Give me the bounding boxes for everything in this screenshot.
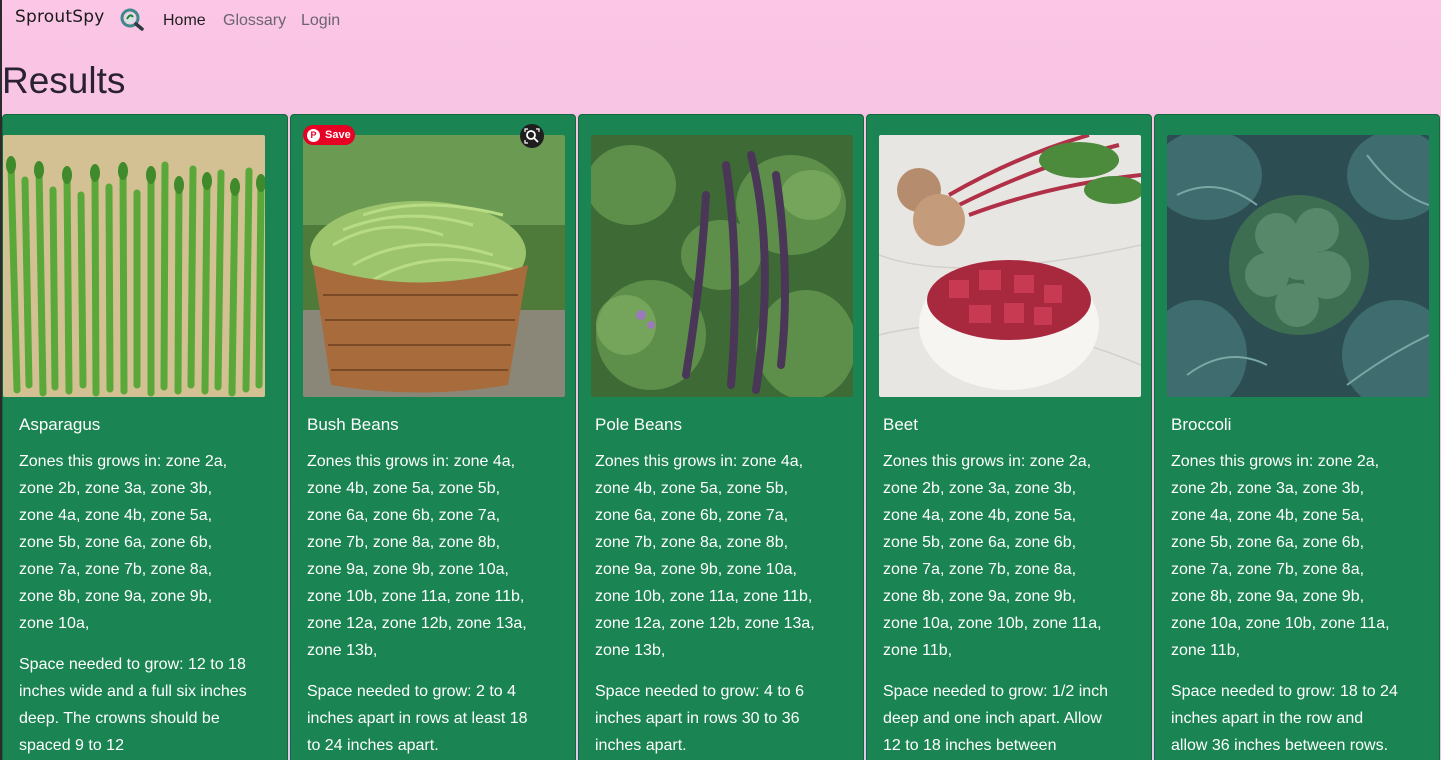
result-card-beet[interactable]: Beet Zones this grows in: zone 2a, zone …	[866, 114, 1152, 760]
page-title: Results	[2, 60, 126, 101]
navbar: SproutSpy Home Glossary Login	[0, 0, 1441, 44]
card-title: Bush Beans	[307, 415, 399, 434]
pinterest-save-label: Save	[325, 129, 351, 141]
card-zones: Zones this grows in: zone 4a, zone 4b, z…	[307, 453, 527, 659]
result-card-pole-beans[interactable]: Pole Beans Zones this grows in: zone 4a,…	[578, 114, 864, 760]
card-title: Pole Beans	[595, 415, 682, 434]
card-zones: Zones this grows in: zone 2a, zone 2b, z…	[19, 453, 228, 632]
card-title: Broccoli	[1171, 415, 1232, 434]
card-space: Space needed to grow: 4 to 6 inches apar…	[595, 683, 805, 754]
card-space: Space needed to grow: 2 to 4 inches apar…	[307, 683, 528, 754]
nav-home-link[interactable]: Home	[163, 12, 206, 30]
card-zones: Zones this grows in: zone 2a, zone 2b, z…	[1171, 453, 1390, 659]
card-title: Beet	[883, 415, 918, 434]
magnifier-sprout-icon[interactable]	[118, 7, 146, 31]
beet-photo	[879, 135, 1141, 397]
nav-login-link[interactable]: Login	[301, 12, 340, 30]
results-grid: Asparagus Zones this grows in: zone 2a, …	[2, 114, 1440, 760]
result-card-bush-beans[interactable]: P Save Bush Beans Zones this grows in: z…	[290, 114, 576, 760]
pinterest-icon: P	[307, 128, 320, 142]
asparagus-photo	[3, 135, 265, 397]
pole-beans-photo	[591, 135, 853, 397]
result-card-broccoli[interactable]: Broccoli Zones this grows in: zone 2a, z…	[1154, 114, 1440, 760]
card-space: Space needed to grow: 1/2 inch deep and …	[883, 683, 1109, 754]
card-zones: Zones this grows in: zone 4a, zone 4b, z…	[595, 453, 815, 659]
card-title: Asparagus	[19, 415, 101, 434]
bush-beans-photo	[303, 135, 565, 397]
card-space: Space needed to grow: 12 to 18 inches wi…	[19, 656, 247, 754]
visual-search-icon[interactable]	[520, 124, 544, 148]
card-space: Space needed to grow: 18 to 24 inches ap…	[1171, 683, 1398, 754]
broccoli-photo	[1167, 135, 1429, 397]
card-zones: Zones this grows in: zone 2a, zone 2b, z…	[883, 453, 1102, 659]
pinterest-save-button[interactable]: P Save	[303, 125, 355, 145]
brand-name[interactable]: SproutSpy	[15, 7, 104, 27]
nav-glossary-link[interactable]: Glossary	[223, 12, 286, 30]
result-card-asparagus[interactable]: Asparagus Zones this grows in: zone 2a, …	[2, 114, 288, 760]
